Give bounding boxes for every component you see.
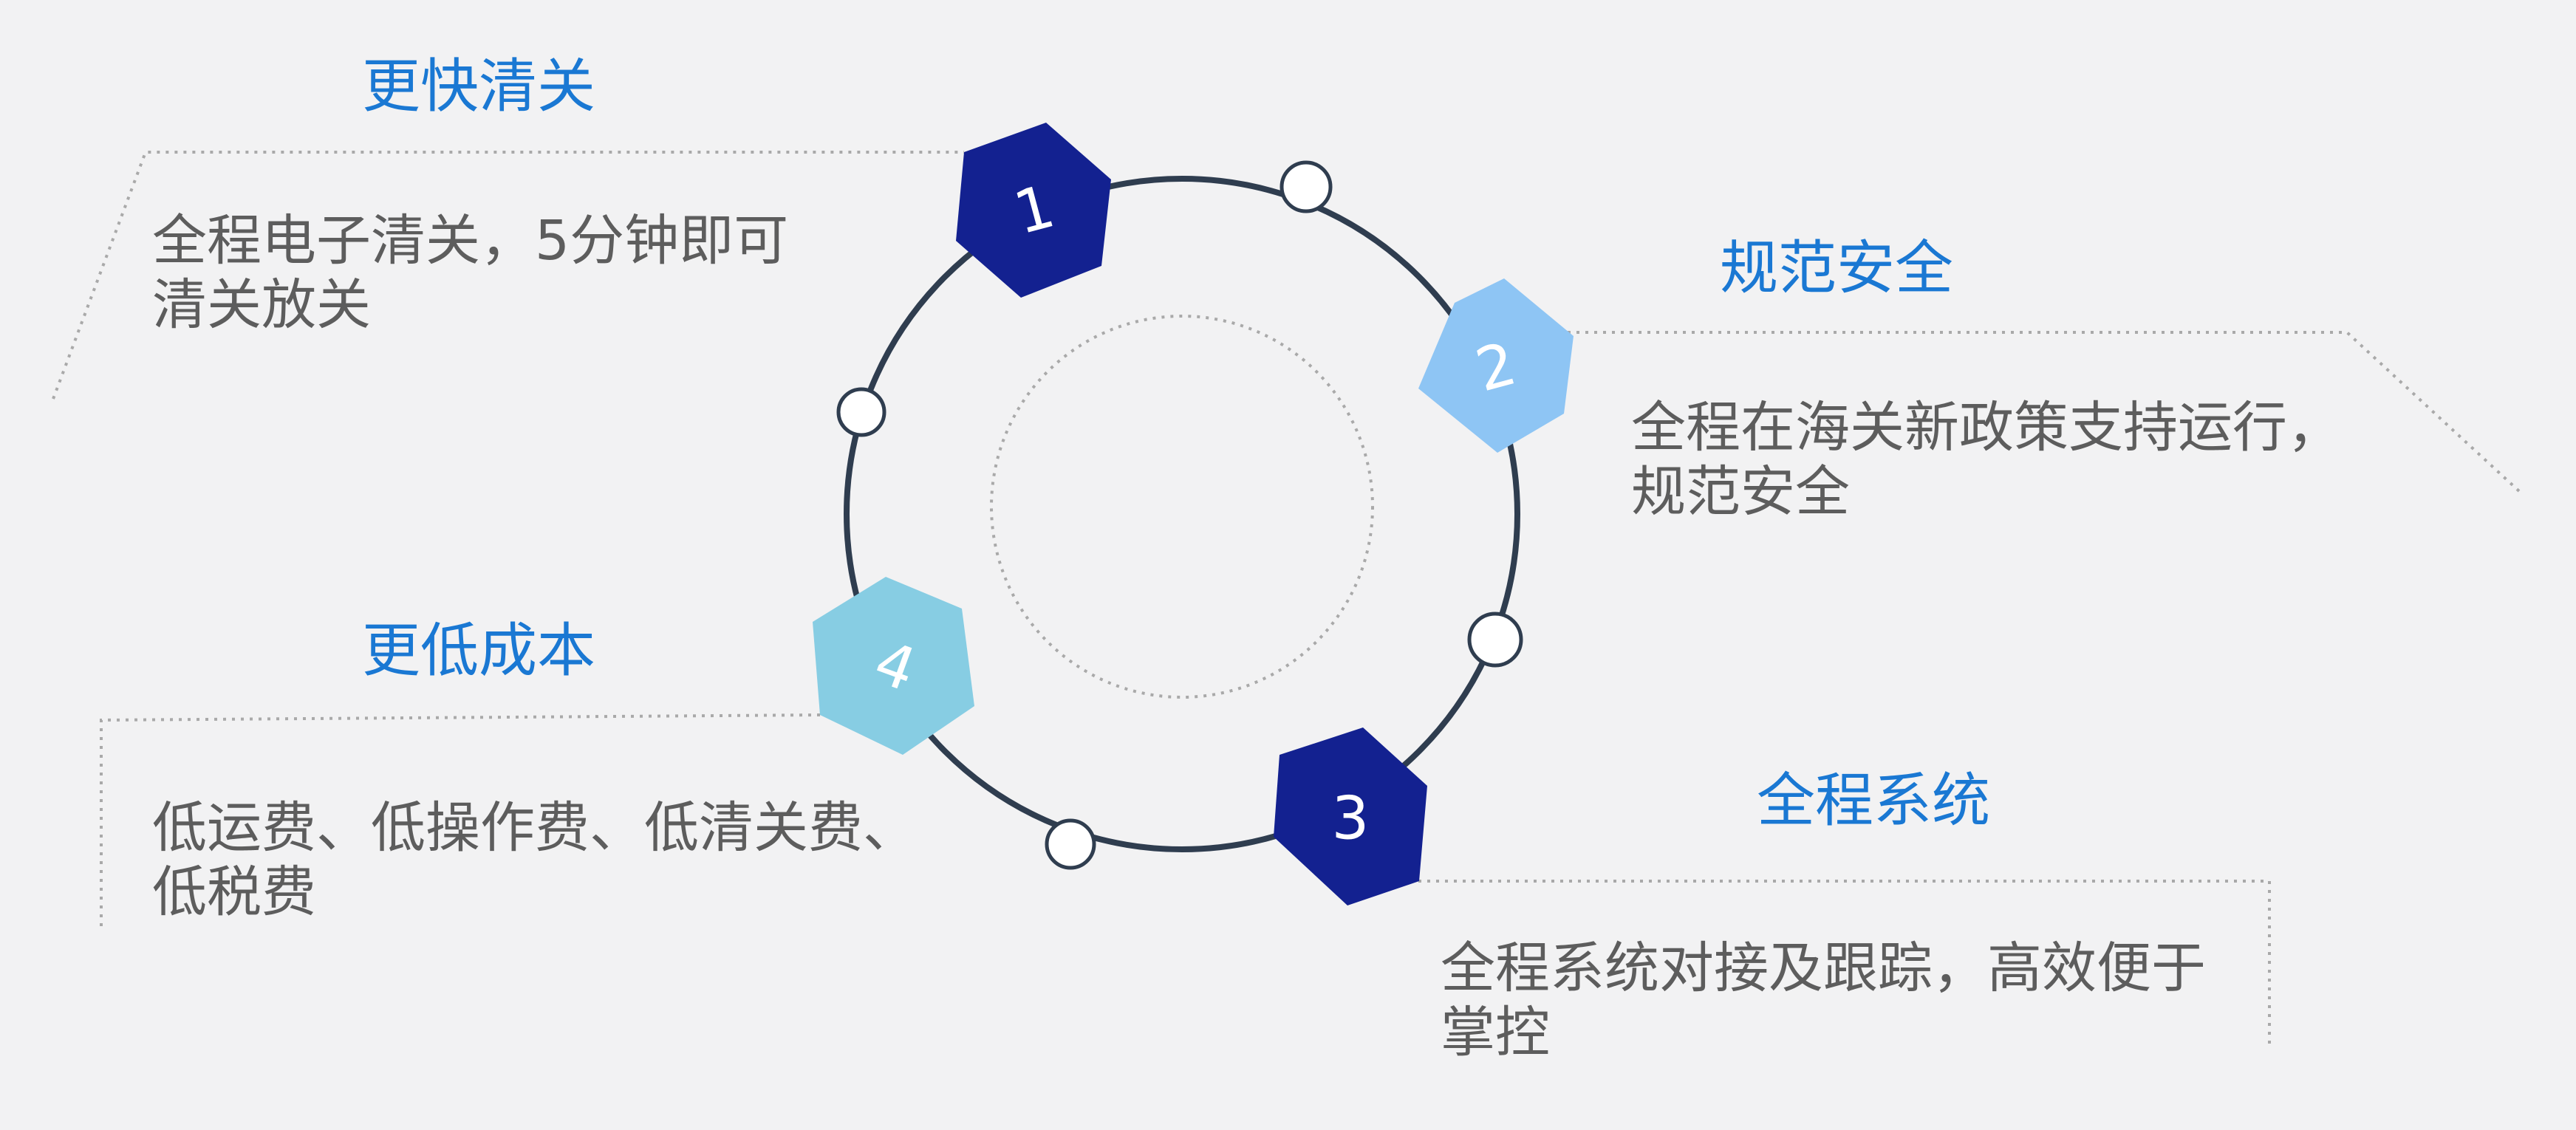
ring-node — [1467, 612, 1523, 668]
description-line: 全程系统对接及跟踪，高效便于 — [1441, 936, 2206, 1000]
description-line: 掌控 — [1441, 1001, 1550, 1064]
main-ring — [844, 176, 1520, 852]
hexagon-marker-1: 1 — [956, 123, 1111, 298]
item-title-1: 更快清关 — [362, 52, 595, 120]
item-title-3: 全程系统 — [1757, 767, 1990, 835]
hexagon-marker-3: 3 — [1274, 727, 1427, 905]
marker-number: 3 — [1332, 784, 1370, 853]
hexagon-marker-4: 4 — [813, 577, 974, 755]
item-title-4: 更低成本 — [362, 617, 595, 685]
item-description-3: 全程系统对接及跟踪，高效便于 掌控 — [1441, 936, 2206, 1065]
description-line: 全程电子清关，5分钟即可 — [152, 209, 789, 273]
description-line: 低税费 — [152, 860, 316, 924]
ring-node — [836, 387, 886, 437]
ring-node — [1045, 818, 1096, 870]
description-line: 低运费、低操作费、低清关费、 — [152, 796, 918, 860]
description-line: 全程在海关新政策支持运行， — [1631, 396, 2342, 459]
ring-node — [1280, 160, 1333, 213]
item-title-2: 规范安全 — [1720, 234, 1953, 302]
item-description-2: 全程在海关新政策支持运行， 规范安全 — [1631, 396, 2342, 524]
description-line: 规范安全 — [1631, 460, 1850, 524]
inner-dotted-circle — [990, 315, 1374, 699]
item-description-4: 低运费、低操作费、低清关费、 低税费 — [152, 796, 918, 925]
item-description-1: 全程电子清关，5分钟即可 清关放关 — [152, 209, 788, 338]
description-line: 清关放关 — [152, 273, 371, 337]
